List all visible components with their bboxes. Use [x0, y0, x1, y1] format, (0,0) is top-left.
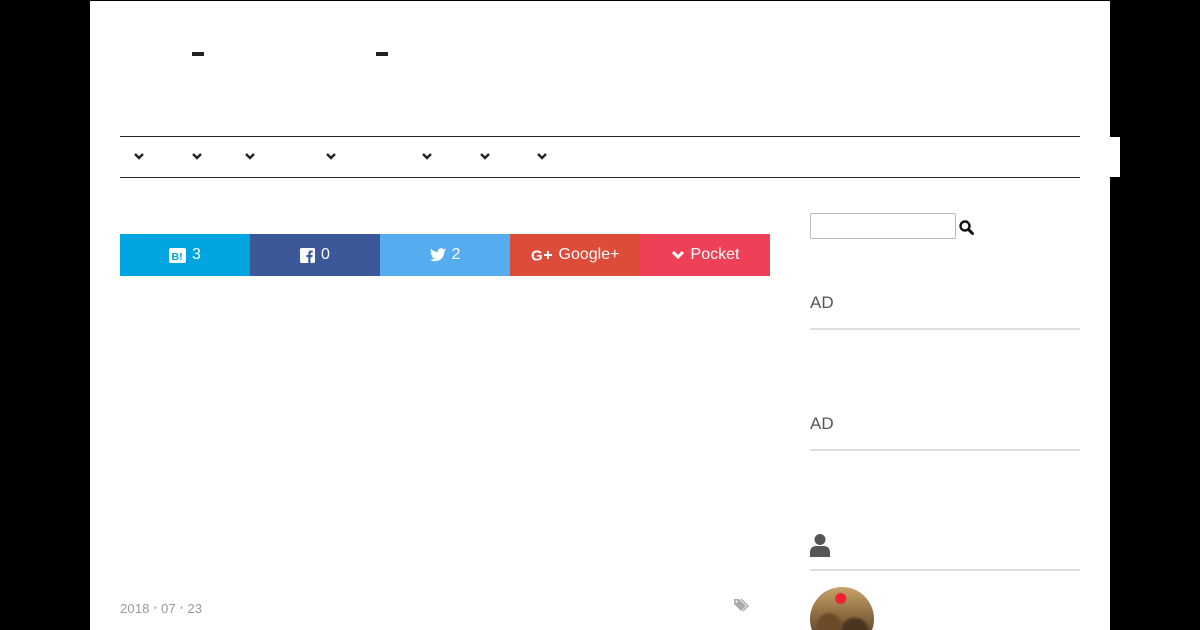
google-plus-share-button[interactable]: G Google+ [510, 234, 640, 276]
avatar[interactable] [810, 587, 874, 630]
profile-widget-title [810, 533, 1080, 571]
pocket-chevron-icon [671, 249, 685, 261]
pocket-label: Pocket [690, 246, 740, 263]
twitter-count: 2 [451, 246, 461, 263]
nav-overflow [1110, 137, 1120, 177]
ad-widget-heading: AD [810, 414, 834, 433]
twitter-share-button[interactable]: 2 [380, 234, 510, 276]
ad-widget-title: AD [810, 292, 1080, 330]
page-border [90, 0, 1110, 1]
nav-item-2-chevron-down-icon[interactable] [190, 149, 204, 163]
facebook-icon [300, 247, 316, 263]
date-separator: • [153, 603, 158, 613]
tag-icon[interactable] [734, 598, 750, 617]
twitter-icon [429, 248, 446, 262]
hatena-bookmark-icon: B! [169, 247, 187, 263]
ad-widget-title: AD [810, 413, 1080, 451]
facebook-count: 0 [321, 246, 330, 263]
nav-item-6-chevron-down-icon[interactable] [478, 149, 492, 163]
ad-widget-heading: AD [810, 293, 834, 312]
post-date-year: 2018 [120, 601, 150, 616]
hatena-share-button[interactable]: B! 3 [120, 234, 250, 276]
svg-text:B!: B! [172, 251, 183, 263]
site-title-dash [192, 52, 204, 56]
post-date: 2018 • 07 • 23 [120, 601, 202, 616]
nav-item-7-chevron-down-icon[interactable] [535, 149, 549, 163]
hatena-count: 3 [192, 246, 201, 263]
search-input[interactable] [810, 213, 956, 239]
search-form [810, 213, 974, 239]
google-plus-icon: G [531, 248, 553, 262]
nav-item-1-chevron-down-icon[interactable] [132, 149, 146, 163]
page: B! 3 0 2 G Google+ Pocket 2018 • 07 • 23… [90, 0, 1110, 630]
post-date-month: 07 [161, 601, 176, 616]
nav-item-5-chevron-down-icon[interactable] [420, 149, 434, 163]
date-separator: • [179, 603, 184, 613]
user-icon [810, 533, 830, 563]
site-title-dash [376, 52, 388, 56]
post-date-day: 23 [187, 601, 203, 616]
pocket-share-button[interactable]: Pocket [640, 234, 770, 276]
google-plus-label: Google+ [558, 246, 620, 263]
search-icon[interactable] [959, 220, 974, 240]
nav-item-3-chevron-down-icon[interactable] [243, 149, 257, 163]
facebook-share-button[interactable]: 0 [250, 234, 380, 276]
share-buttons: B! 3 0 2 G Google+ Pocket [120, 234, 770, 276]
nav-item-4-chevron-down-icon[interactable] [324, 149, 338, 163]
site-title[interactable] [190, 36, 430, 66]
global-nav [120, 136, 1080, 178]
svg-text:G: G [531, 248, 543, 262]
